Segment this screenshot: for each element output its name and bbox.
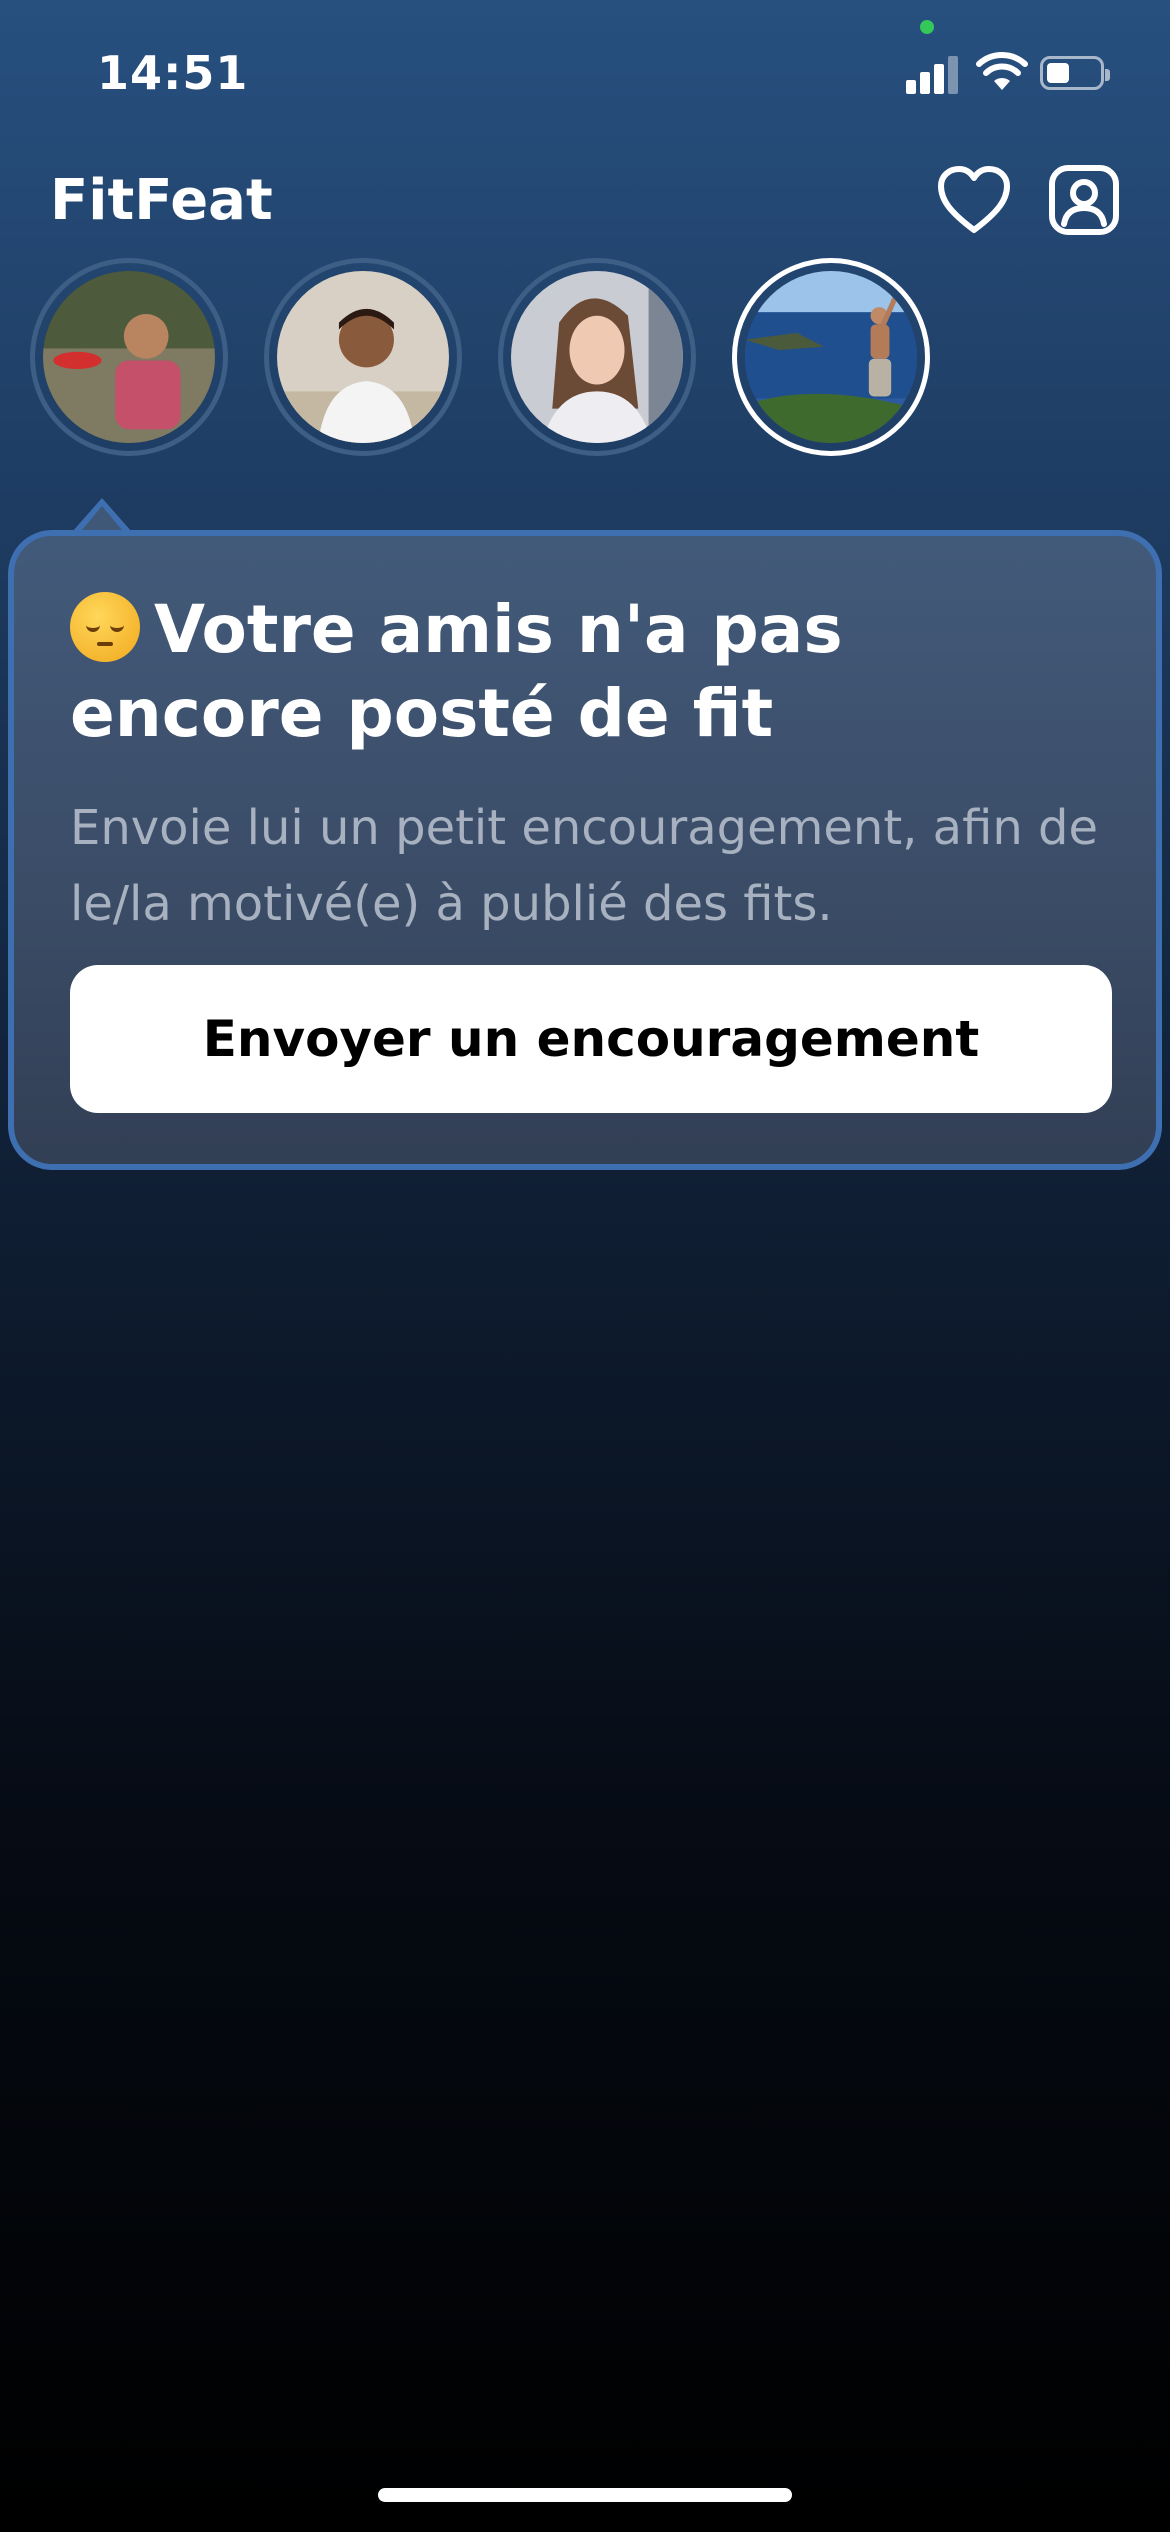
heart-icon[interactable] — [936, 164, 1012, 236]
pensive-face-emoji — [70, 592, 140, 662]
cellular-signal-icon — [906, 56, 960, 94]
profile-icon[interactable] — [1048, 164, 1120, 236]
avatar — [511, 271, 683, 443]
status-bar: 14:51 — [0, 0, 1170, 140]
story-avatar-friend-1[interactable] — [30, 258, 228, 456]
story-avatar-friend-3[interactable] — [498, 258, 696, 456]
avatar — [745, 271, 917, 443]
wifi-icon — [976, 52, 1028, 90]
story-avatar-friend-2[interactable] — [264, 258, 462, 456]
avatar — [43, 271, 215, 443]
avatar — [277, 271, 449, 443]
no-post-callout-card: Votre amis n'a pas encore posté de fit E… — [8, 530, 1162, 1170]
card-description: Envoie lui un petit encouragement, afin … — [70, 800, 1098, 932]
card-title-text: Votre amis n'a pas encore posté de fit — [70, 591, 843, 752]
send-encouragement-button[interactable]: Envoyer un encouragement — [70, 965, 1112, 1113]
card-title: Votre amis n'a pas encore posté de fit — [70, 588, 1110, 756]
home-indicator[interactable] — [378, 2488, 792, 2502]
battery-icon — [1040, 56, 1110, 90]
camera-in-use-indicator — [920, 20, 934, 34]
app-title: FitFeat — [50, 168, 273, 233]
friends-stories-row — [0, 258, 1170, 468]
status-time: 14:51 — [97, 46, 249, 100]
story-avatar-friend-4[interactable] — [732, 258, 930, 456]
